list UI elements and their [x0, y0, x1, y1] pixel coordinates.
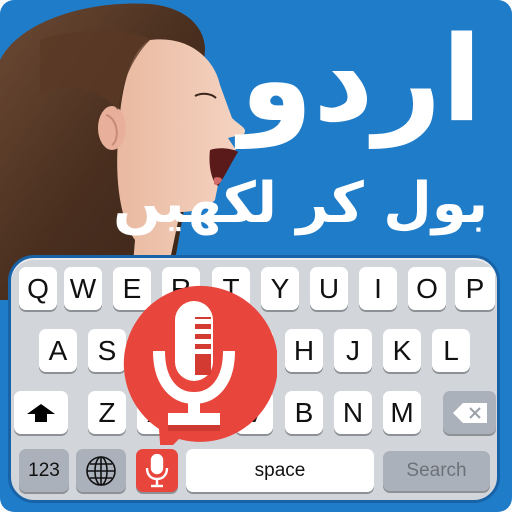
key-m[interactable]: M	[383, 391, 421, 434]
shift-key[interactable]	[14, 391, 68, 434]
numbers-key[interactable]: 123	[19, 449, 69, 492]
globe-key[interactable]	[76, 449, 126, 492]
shift-arrow-up-icon	[27, 403, 55, 422]
microphone-speech-bubble-icon	[123, 285, 277, 445]
key-l[interactable]: L	[432, 329, 470, 372]
key-k[interactable]: K	[383, 329, 421, 372]
backspace-key[interactable]	[443, 391, 496, 434]
key-u[interactable]: U	[310, 267, 348, 310]
subtitle-urdu: بول کر لکھیں	[113, 171, 488, 236]
microphone-icon	[145, 453, 169, 487]
app-icon: اردو بول کر لکھیں Q W E R T Y U I O P A …	[0, 0, 512, 512]
search-key[interactable]: Search	[383, 451, 490, 491]
space-key[interactable]: space	[186, 449, 374, 492]
key-n[interactable]: N	[334, 391, 372, 434]
backspace-icon	[452, 402, 487, 423]
key-p[interactable]: P	[455, 267, 495, 310]
mic-key[interactable]	[136, 449, 178, 492]
key-b[interactable]: B	[285, 391, 323, 434]
key-j[interactable]: J	[334, 329, 372, 372]
globe-icon	[86, 455, 116, 486]
key-o[interactable]: O	[408, 267, 446, 310]
key-w[interactable]: W	[64, 267, 102, 310]
key-h[interactable]: H	[285, 329, 323, 372]
key-q[interactable]: Q	[19, 267, 57, 310]
title-urdu: اردو	[239, 10, 482, 148]
key-i[interactable]: I	[359, 267, 397, 310]
key-a[interactable]: A	[39, 329, 77, 372]
